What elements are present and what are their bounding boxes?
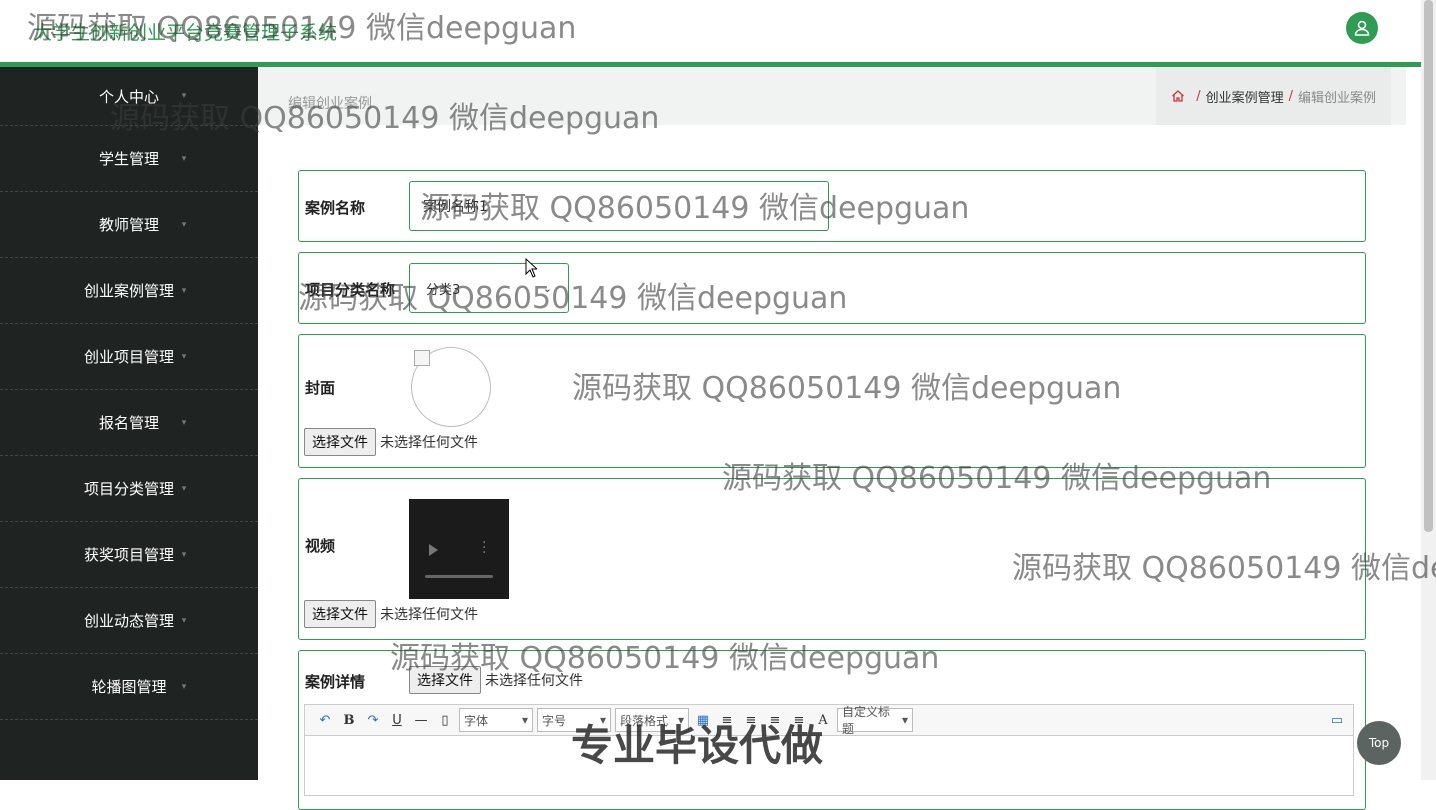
category-select[interactable]: 分类3 ⌄ bbox=[409, 263, 569, 313]
breadcrumb-separator: / bbox=[1196, 88, 1201, 104]
sidebar-item-label: 创业项目管理 bbox=[83, 348, 174, 366]
chevron-down-icon: ▾ bbox=[181, 483, 187, 494]
breadcrumb-cases[interactable]: 创业案例管理 bbox=[1206, 87, 1284, 106]
category-group: 项目分类名称 分类3 ⌄ bbox=[298, 252, 1366, 324]
detail-file-status: 未选择任何文件 bbox=[485, 673, 583, 689]
font-family-label: 字体 bbox=[464, 713, 489, 728]
custom-title-label: 自定义标题 bbox=[842, 705, 891, 736]
sidebar-item-news[interactable]: 创业动态管理 ▾ bbox=[0, 588, 258, 654]
main-content: 编辑创业案例 / 创业案例管理 / 编辑创业案例 案例名称 项目分类名称 分类3… bbox=[258, 67, 1421, 810]
redo-icon[interactable]: ↷ bbox=[361, 713, 385, 728]
sidebar-item-awards[interactable]: 获奖项目管理 ▾ bbox=[0, 522, 258, 588]
bold-icon[interactable]: B bbox=[337, 713, 361, 728]
sidebar-item-label: 教师管理 bbox=[98, 216, 159, 234]
video-label: 视频 bbox=[305, 537, 336, 555]
cover-group: 封面 选择文件 未选择任何文件 bbox=[298, 334, 1366, 468]
cover-image bbox=[411, 347, 491, 427]
editor-content-area[interactable] bbox=[304, 736, 1354, 796]
detail-label: 案例详情 bbox=[305, 673, 366, 691]
detail-group: 案例详情 选择文件 未选择任何文件 ↶ B ↷ U — ▯ 字体 ▾ 字号 ▾ 段落… bbox=[298, 650, 1366, 810]
chevron-down-icon: ▾ bbox=[181, 219, 187, 230]
chevron-down-icon: ▾ bbox=[901, 713, 908, 727]
sidebar-item-registration[interactable]: 报名管理 ▾ bbox=[0, 390, 258, 456]
cover-file-status: 未选择任何文件 bbox=[380, 435, 478, 451]
video-progress-track[interactable] bbox=[425, 575, 493, 578]
sidebar-item-label: 创业案例管理 bbox=[83, 282, 174, 300]
home-icon[interactable] bbox=[1171, 89, 1185, 103]
breadcrumb-separator: / bbox=[1288, 88, 1293, 104]
sidebar-item-label: 获奖项目管理 bbox=[83, 546, 174, 564]
category-select-value: 分类3 bbox=[426, 282, 461, 298]
page-title: 编辑创业案例 bbox=[288, 96, 372, 112]
underline-icon[interactable]: U bbox=[385, 713, 409, 728]
category-label: 项目分类名称 bbox=[305, 281, 396, 299]
system-title: 大学生创新创业平台竞赛管理子系统 bbox=[33, 22, 338, 44]
chevron-down-icon: ▾ bbox=[181, 153, 187, 164]
video-file-status: 未选择任何文件 bbox=[380, 607, 478, 623]
chevron-down-icon: ▾ bbox=[181, 351, 187, 362]
video-group: 视频 · · · 选择文件 未选择任何文件 bbox=[298, 478, 1366, 640]
sidebar-item-label: 报名管理 bbox=[98, 414, 159, 432]
page-scrollbar[interactable] bbox=[1421, 0, 1436, 780]
user-icon[interactable] bbox=[1346, 12, 1378, 44]
cover-label: 封面 bbox=[305, 379, 336, 397]
font-family-select[interactable]: 字体 ▾ bbox=[459, 708, 533, 732]
sidebar-item-categories[interactable]: 项目分类管理 ▾ bbox=[0, 456, 258, 522]
case-name-input[interactable] bbox=[409, 181, 829, 231]
sidebar-menu: 个人中心 ▾ 学生管理 ▾ 教师管理 ▾ 创业案例管理 ▾ 创业项目管理 ▾ 报名管理 ▾ … bbox=[0, 67, 258, 780]
sidebar-item-label: 学生管理 bbox=[98, 150, 159, 168]
cover-choose-file-button[interactable]: 选择文件 bbox=[304, 428, 376, 456]
sidebar-item-label: 项目分类管理 bbox=[83, 480, 174, 498]
chevron-down-icon: ▾ bbox=[181, 681, 187, 692]
breadcrumb: / 创业案例管理 / 编辑创业案例 bbox=[1156, 67, 1391, 125]
broken-image-icon bbox=[414, 350, 430, 366]
play-icon[interactable] bbox=[429, 544, 438, 556]
back-to-top-button[interactable]: Top bbox=[1357, 721, 1401, 765]
sidebar-item-projects[interactable]: 创业项目管理 ▾ bbox=[0, 324, 258, 390]
sidebar-item-cases[interactable]: 创业案例管理 ▾ bbox=[0, 258, 258, 324]
sidebar-item-students[interactable]: 学生管理 ▾ bbox=[0, 126, 258, 192]
sidebar-item-personal-center[interactable]: 个人中心 ▾ bbox=[0, 67, 258, 126]
sidebar-item-label: 轮播图管理 bbox=[91, 678, 167, 696]
undo-icon[interactable]: ↶ bbox=[313, 713, 337, 728]
custom-title-select[interactable]: 自定义标题 ▾ bbox=[837, 705, 913, 736]
video-choose-file-button[interactable]: 选择文件 bbox=[304, 600, 376, 628]
chevron-down-icon: ▾ bbox=[181, 91, 187, 101]
sidebar-item-label: 创业动态管理 bbox=[83, 612, 174, 630]
scrollbar-thumb[interactable] bbox=[1424, 0, 1433, 532]
blank-page-icon[interactable]: ▯ bbox=[433, 713, 457, 728]
sidebar-item-teachers[interactable]: 教师管理 ▾ bbox=[0, 192, 258, 258]
detail-file-row: 选择文件 未选择任何文件 bbox=[409, 666, 583, 694]
top-header: 大学生创新创业平台竞赛管理子系统 bbox=[0, 0, 1421, 62]
chevron-down-icon: ▾ bbox=[181, 615, 187, 626]
chevron-down-icon: ▾ bbox=[181, 549, 187, 560]
page-header: 编辑创业案例 / 创业案例管理 / 编辑创业案例 bbox=[258, 67, 1406, 125]
chevron-down-icon: ▾ bbox=[521, 713, 528, 727]
cover-file-row: 选择文件 未选择任何文件 bbox=[304, 428, 478, 456]
font-size-label: 字号 bbox=[542, 713, 567, 728]
watermark-big-text: 专业毕设代做 bbox=[571, 721, 824, 770]
horizontal-rule-icon[interactable]: — bbox=[409, 713, 433, 728]
video-player[interactable]: · · · bbox=[409, 499, 509, 599]
sidebar-item-carousel[interactable]: 轮播图管理 ▾ bbox=[0, 654, 258, 720]
more-options-icon[interactable]: · · · bbox=[482, 536, 486, 560]
case-name-group: 案例名称 bbox=[298, 170, 1366, 242]
sidebar-item-label: 个人中心 bbox=[98, 87, 159, 106]
video-file-row: 选择文件 未选择任何文件 bbox=[304, 600, 478, 628]
mouse-cursor-icon bbox=[525, 258, 537, 278]
case-name-label: 案例名称 bbox=[305, 199, 366, 217]
fullscreen-icon[interactable]: ▭ bbox=[1325, 713, 1349, 728]
breadcrumb-current: 编辑创业案例 bbox=[1297, 90, 1376, 106]
chevron-down-icon: ⌄ bbox=[542, 281, 552, 295]
editor-toolbar: ↶ B ↷ U — ▯ 字体 ▾ 字号 ▾ 段落格式 ▾ ▦ ≡ ≡ ≡ ≡ A 自定… bbox=[304, 704, 1354, 736]
chevron-down-icon: ▾ bbox=[181, 285, 187, 296]
detail-choose-file-button[interactable]: 选择文件 bbox=[409, 666, 481, 694]
chevron-down-icon: ▾ bbox=[181, 417, 187, 428]
